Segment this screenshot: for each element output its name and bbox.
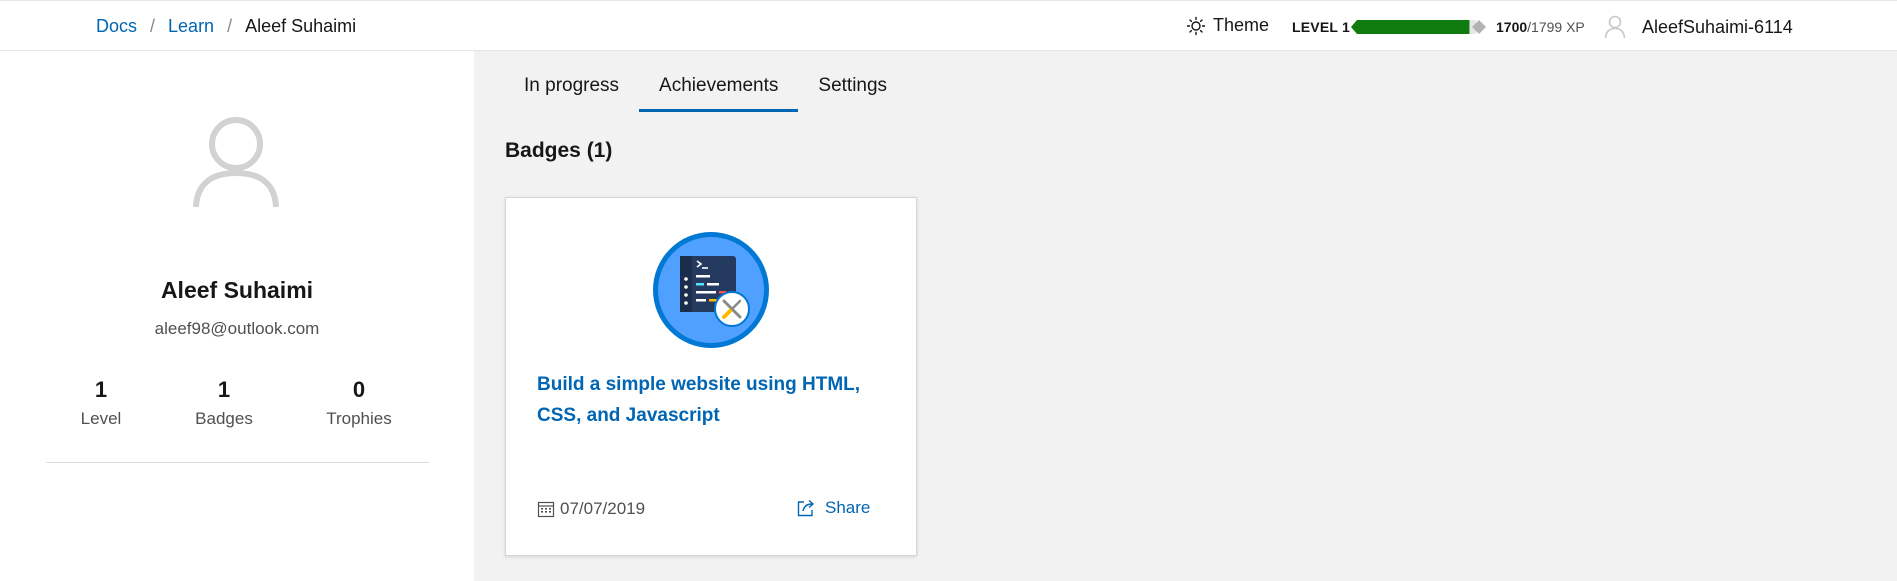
xp-progress-fill (1351, 20, 1470, 34)
stat-label: Level (80, 409, 122, 428)
profile-avatar-icon (193, 117, 279, 208)
stat-value: 1 (94, 377, 108, 402)
tab-achievements[interactable]: Achievements (639, 65, 799, 112)
xp-total: /1799 XP (1527, 19, 1585, 35)
breadcrumb-docs-link[interactable]: Docs (96, 16, 137, 37)
level-label: LEVEL 1 (1292, 19, 1350, 35)
stat-label: Trophies (326, 409, 392, 428)
badge-date: 07/07/2019 (537, 499, 645, 519)
profile-email: aleef98@outlook.com (154, 319, 320, 338)
tab-settings[interactable]: Settings (798, 65, 907, 112)
stat-value: 1 (217, 377, 231, 402)
badges-heading: Badges (1) (505, 139, 613, 162)
terminal-tools-badge-icon (653, 232, 769, 348)
tab-in-progress[interactable]: In progress (504, 65, 639, 112)
stat-level: 1 Level (41, 377, 161, 429)
username: AleefSuhaimi-6114 (1642, 16, 1793, 37)
share-button[interactable]: Share (797, 498, 870, 518)
share-icon (797, 499, 815, 517)
profile-tabs: In progress Achievements Settings (504, 65, 907, 112)
xp-current: 1700 (1496, 19, 1528, 35)
profile-sidebar: Aleef Suhaimi aleef98@outlook.com 1 Leve… (0, 51, 474, 581)
breadcrumb: Docs / Learn / Aleef Suhaimi (96, 16, 356, 37)
theme-toggle-button[interactable]: Theme (1186, 15, 1269, 36)
sidebar-divider (46, 462, 429, 463)
badge-card: Build a simple website using HTML, CSS, … (505, 197, 917, 556)
stat-value: 0 (352, 377, 366, 402)
sun-icon (1186, 16, 1206, 35)
avatar-icon (1604, 15, 1626, 39)
profile-name: Aleef Suhaimi (160, 277, 314, 303)
stat-label: Badges (195, 409, 253, 428)
xp-readout: 1700/1799 XP (1496, 19, 1585, 35)
theme-label: Theme (1213, 15, 1270, 35)
breadcrumb-learn-link[interactable]: Learn (168, 16, 214, 37)
top-navigation-bar: Docs / Learn / Aleef Suhaimi Theme LEVEL… (0, 0, 1897, 51)
badge-date-text: 07/07/2019 (560, 499, 646, 518)
badge-title-link[interactable]: Build a simple website using HTML, CSS, … (537, 369, 877, 431)
xp-progress-bar (1351, 20, 1486, 34)
stat-badges: 1 Badges (164, 377, 284, 429)
stat-trophies: 0 Trophies (299, 377, 419, 429)
breadcrumb-separator: / (150, 16, 156, 36)
share-label: Share (825, 498, 871, 517)
user-menu-button[interactable]: AleefSuhaimi-6114 (1604, 15, 1793, 39)
main-panel: In progress Achievements Settings Badges… (474, 51, 1897, 581)
breadcrumb-separator: / (227, 16, 233, 36)
breadcrumb-current: Aleef Suhaimi (245, 16, 357, 36)
calendar-icon (537, 501, 555, 518)
